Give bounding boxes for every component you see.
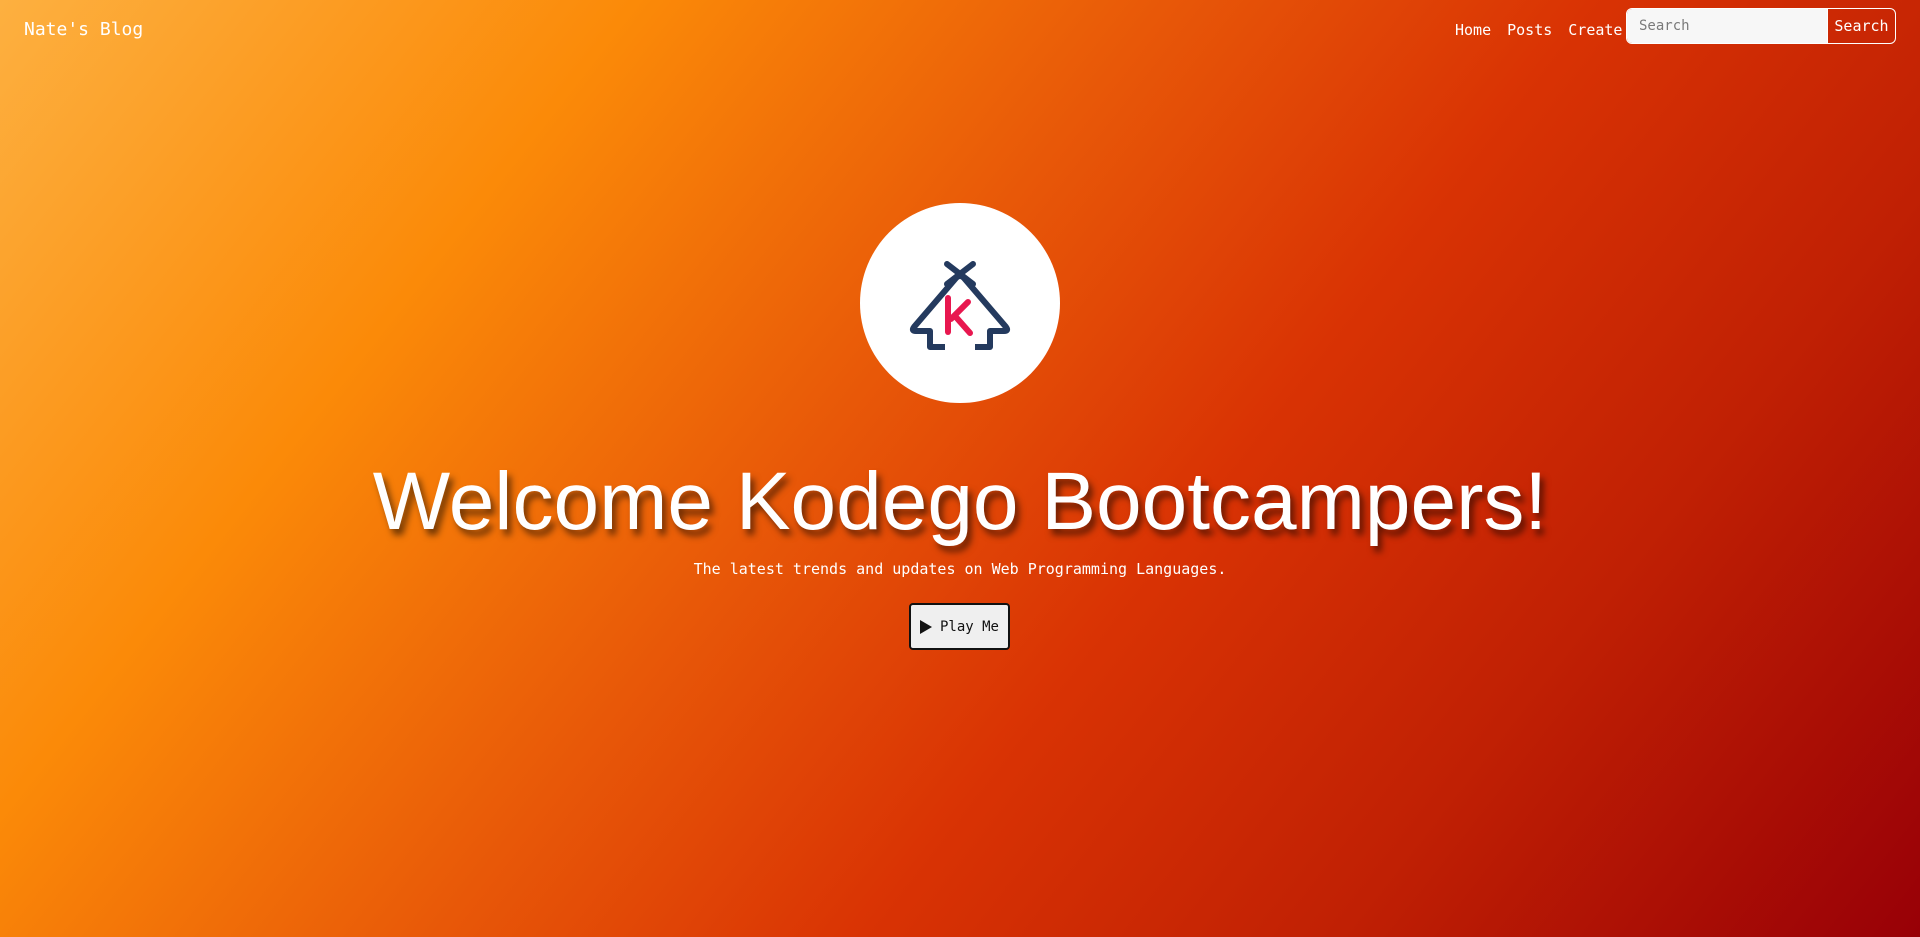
play-button[interactable]: Play Me [909,603,1010,650]
play-icon [919,619,932,634]
logo-circle [860,203,1060,403]
house-k-logo-icon [909,261,1011,351]
hero-subtitle: The latest trends and updates on Web Pro… [693,560,1227,578]
search-button[interactable]: Search [1827,9,1895,43]
play-button-label: Play Me [939,618,999,635]
nav-link-posts[interactable]: Posts [1507,21,1552,39]
nav-link-home[interactable]: Home [1455,21,1491,39]
search-form: Search [1626,8,1896,44]
nav-links: Home Posts Create [1455,21,1622,39]
navbar: Nate's Blog Home Posts Create Search [0,0,1920,60]
brand-link[interactable]: Nate's Blog [24,19,143,40]
nav-link-create[interactable]: Create [1568,21,1622,39]
hero-title: Welcome Kodego Bootcampers! [372,456,1548,547]
search-input[interactable] [1627,9,1827,43]
